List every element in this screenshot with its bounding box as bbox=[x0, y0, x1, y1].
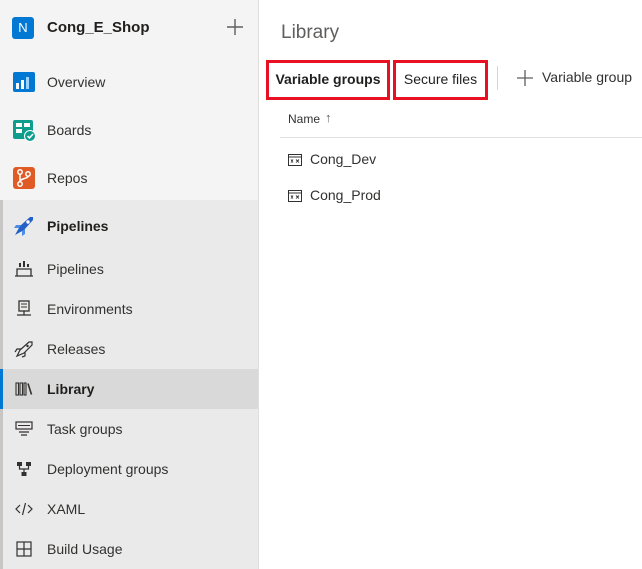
sidebar-item-pipelines-group[interactable]: Pipelines bbox=[0, 205, 258, 245]
add-variable-group-label: Variable group bbox=[542, 69, 633, 85]
plus-icon bbox=[516, 69, 534, 87]
list-item-name: Cong_Prod bbox=[310, 187, 381, 203]
code-icon bbox=[14, 500, 34, 518]
sidebar-item-label: XAML bbox=[47, 501, 86, 517]
sidebar-item-label: Overview bbox=[47, 74, 106, 90]
list-item[interactable]: Cong_Prod bbox=[280, 177, 642, 213]
tab-label: Variable groups bbox=[275, 71, 381, 87]
sidebar-item-task-groups[interactable]: Task groups bbox=[0, 409, 258, 449]
sidebar-item-label: Deployment groups bbox=[47, 461, 169, 477]
sidebar-item-releases[interactable]: Releases bbox=[0, 329, 258, 369]
pipelines-section: Pipelines Pipelines Environments Release… bbox=[0, 200, 258, 569]
library-icon bbox=[14, 380, 34, 398]
sidebar-item-deployment-groups[interactable]: Deployment groups bbox=[0, 449, 258, 489]
selection-indicator bbox=[0, 369, 3, 409]
sidebar-item-label: Releases bbox=[47, 341, 106, 357]
grid-icon bbox=[14, 540, 34, 558]
task-groups-icon bbox=[14, 420, 34, 438]
list-item[interactable]: Cong_Dev bbox=[280, 141, 642, 177]
tab-label: Secure files bbox=[403, 71, 478, 87]
sidebar-item-library[interactable]: Library bbox=[0, 369, 258, 409]
list-item-name: Cong_Dev bbox=[310, 151, 377, 167]
sidebar-item-repos[interactable]: Repos bbox=[0, 157, 258, 197]
project-header: N Cong_E_Shop bbox=[0, 0, 258, 56]
page-title: Library bbox=[281, 22, 340, 43]
sidebar-item-label: Library bbox=[47, 381, 95, 397]
sidebar-item-label: Task groups bbox=[47, 421, 123, 437]
azure-devops-window: N Cong_E_Shop Overview Boards Repos Pipe… bbox=[0, 0, 642, 569]
sidebar-item-xaml[interactable]: XAML bbox=[0, 489, 258, 529]
deployment-groups-icon bbox=[14, 460, 34, 478]
sidebar-item-label: Pipelines bbox=[47, 261, 104, 277]
variable-group-icon bbox=[288, 189, 302, 202]
releases-rocket-icon bbox=[14, 340, 34, 358]
sidebar-item-label: Repos bbox=[47, 170, 88, 186]
plus-icon[interactable] bbox=[224, 16, 246, 38]
sidebar-item-environments[interactable]: Environments bbox=[0, 289, 258, 329]
tab-secure-files[interactable]: Secure files bbox=[393, 60, 488, 100]
project-name[interactable]: Cong_E_Shop bbox=[47, 19, 150, 36]
environments-icon bbox=[14, 300, 34, 318]
sidebar-item-build-usage[interactable]: Build Usage bbox=[0, 529, 258, 569]
sidebar-item-label: Pipelines bbox=[47, 218, 109, 234]
list-header: Name ↑ bbox=[280, 105, 642, 138]
pipelines-rocket-icon bbox=[12, 214, 36, 238]
tab-variable-groups[interactable]: Variable groups bbox=[266, 60, 390, 100]
project-avatar[interactable]: N bbox=[12, 17, 34, 39]
repos-icon bbox=[12, 166, 36, 190]
sort-ascending-icon[interactable]: ↑ bbox=[325, 110, 332, 125]
sidebar-item-boards[interactable]: Boards bbox=[0, 109, 258, 149]
main-content: Library Variable groups Secure files Var… bbox=[260, 0, 642, 569]
overview-icon bbox=[12, 70, 36, 94]
boards-icon bbox=[12, 118, 36, 142]
sidebar-item-pipelines[interactable]: Pipelines bbox=[0, 249, 258, 289]
toolbar-divider bbox=[497, 66, 498, 90]
variable-group-icon bbox=[288, 153, 302, 166]
sidebar-item-overview[interactable]: Overview bbox=[0, 61, 258, 101]
sidebar-item-label: Build Usage bbox=[47, 541, 123, 557]
sidebar: N Cong_E_Shop Overview Boards Repos Pipe… bbox=[0, 0, 259, 569]
pipelines-icon bbox=[14, 260, 34, 278]
sidebar-item-label: Boards bbox=[47, 122, 92, 138]
add-variable-group-button[interactable]: Variable group bbox=[516, 66, 642, 90]
sidebar-item-label: Environments bbox=[47, 301, 133, 317]
column-header-name[interactable]: Name bbox=[288, 112, 320, 126]
